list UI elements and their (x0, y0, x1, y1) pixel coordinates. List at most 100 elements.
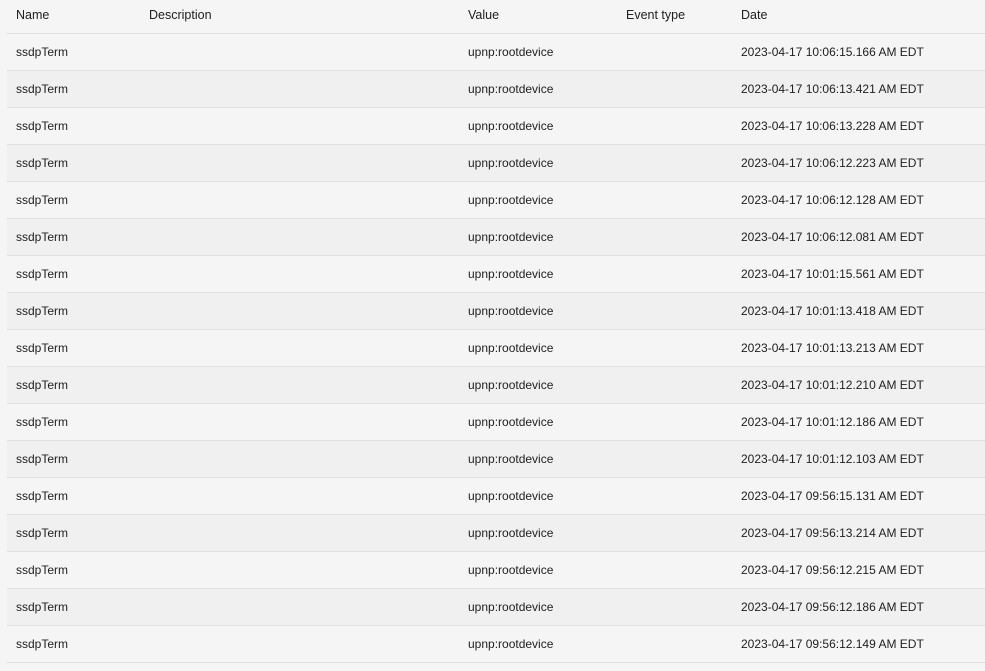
cell-date: 2023-04-17 10:06:15.166 AM EDT (741, 45, 924, 59)
cell-name: ssdpTerm (16, 415, 69, 429)
cell-event-type (626, 552, 731, 588)
cell-date: 2023-04-17 09:56:13.214 AM EDT (741, 526, 924, 540)
cell-date: 2023-04-17 10:01:13.213 AM EDT (741, 341, 924, 355)
cell-value: upnp:rootdevice (468, 489, 554, 503)
table-row[interactable]: ssdpTerm upnp:rootdevice 2023-04-17 10:06:… (7, 34, 985, 71)
cell-value: upnp:rootdevice (468, 526, 554, 540)
cell-value: upnp:rootdevice (468, 378, 554, 392)
table-row[interactable]: ssdpTerm upnp:rootdevice 2023-04-17 10:01:… (7, 441, 985, 478)
cell-event-type (626, 626, 731, 662)
column-header-name[interactable]: Name (16, 0, 141, 33)
table-row[interactable]: ssdpTerm upnp:rootdevice 2023-04-17 09:56:… (7, 626, 985, 663)
cell-description (149, 589, 459, 625)
cell-date: 2023-04-17 10:06:13.421 AM EDT (741, 82, 924, 96)
cell-date: 2023-04-17 10:01:12.210 AM EDT (741, 378, 924, 392)
cell-name: ssdpTerm (16, 637, 69, 651)
cell-event-type (626, 515, 731, 551)
table-row[interactable]: ssdpTerm upnp:rootdevice 2023-04-17 09:56:… (7, 515, 985, 552)
cell-name: ssdpTerm (16, 341, 69, 355)
cell-description (149, 330, 459, 366)
column-header-event-type[interactable]: Event type (626, 0, 731, 33)
cell-value: upnp:rootdevice (468, 304, 554, 318)
cell-event-type (626, 219, 731, 255)
table-row[interactable]: ssdpTerm upnp:rootdevice 2023-04-17 09:56:… (7, 478, 985, 515)
cell-name: ssdpTerm (16, 267, 69, 281)
table-row[interactable]: ssdpTerm upnp:rootdevice 2023-04-17 10:01:… (7, 293, 985, 330)
cell-event-type (626, 404, 731, 440)
cell-name: ssdpTerm (16, 230, 69, 244)
table-row[interactable]: ssdpTerm upnp:rootdevice 2023-04-17 10:06:… (7, 145, 985, 182)
cell-description (149, 34, 459, 70)
cell-name: ssdpTerm (16, 82, 69, 96)
table-row[interactable]: ssdpTerm upnp:rootdevice 2023-04-17 10:06:… (7, 71, 985, 108)
cell-event-type (626, 71, 731, 107)
cell-value: upnp:rootdevice (468, 267, 554, 281)
cell-date: 2023-04-17 09:56:12.215 AM EDT (741, 563, 924, 577)
cell-description (149, 256, 459, 292)
table-row[interactable]: ssdpTerm upnp:rootdevice 2023-04-17 10:06:… (7, 219, 985, 256)
cell-date: 2023-04-17 10:06:13.228 AM EDT (741, 119, 924, 133)
cell-date: 2023-04-17 10:06:12.128 AM EDT (741, 193, 924, 207)
cell-name: ssdpTerm (16, 600, 69, 614)
cell-value: upnp:rootdevice (468, 452, 554, 466)
cell-description (149, 219, 459, 255)
cell-event-type (626, 293, 731, 329)
cell-event-type (626, 108, 731, 144)
cell-description (149, 478, 459, 514)
cell-date: 2023-04-17 09:56:12.149 AM EDT (741, 637, 924, 651)
cell-date: 2023-04-17 09:56:15.131 AM EDT (741, 489, 924, 503)
table-row[interactable]: ssdpTerm upnp:rootdevice 2023-04-17 09:56:… (7, 589, 985, 626)
cell-name: ssdpTerm (16, 156, 69, 170)
cell-description (149, 145, 459, 181)
cell-event-type (626, 182, 731, 218)
cell-description (149, 367, 459, 403)
cell-description (149, 404, 459, 440)
cell-description (149, 71, 459, 107)
cell-date: 2023-04-17 10:01:15.561 AM EDT (741, 267, 924, 281)
cell-event-type (626, 441, 731, 477)
table-body: ssdpTerm upnp:rootdevice 2023-04-17 10:06:… (7, 34, 985, 663)
cell-description (149, 441, 459, 477)
cell-value: upnp:rootdevice (468, 193, 554, 207)
cell-event-type (626, 330, 731, 366)
cell-value: upnp:rootdevice (468, 156, 554, 170)
cell-name: ssdpTerm (16, 119, 69, 133)
cell-event-type (626, 145, 731, 181)
column-header-date[interactable]: Date (741, 0, 981, 33)
cell-event-type (626, 256, 731, 292)
cell-event-type (626, 589, 731, 625)
cell-description (149, 293, 459, 329)
table-row[interactable]: ssdpTerm upnp:rootdevice 2023-04-17 09:56:… (7, 552, 985, 589)
cell-date: 2023-04-17 10:06:12.081 AM EDT (741, 230, 924, 244)
column-header-description[interactable]: Description (149, 0, 459, 33)
table-row[interactable]: ssdpTerm upnp:rootdevice 2023-04-17 10:06:… (7, 182, 985, 219)
cell-date: 2023-04-17 10:01:12.103 AM EDT (741, 452, 924, 466)
cell-name: ssdpTerm (16, 304, 69, 318)
cell-description (149, 108, 459, 144)
cell-description (149, 552, 459, 588)
cell-name: ssdpTerm (16, 452, 69, 466)
table-row[interactable]: ssdpTerm upnp:rootdevice 2023-04-17 10:01:… (7, 256, 985, 293)
cell-value: upnp:rootdevice (468, 637, 554, 651)
cell-value: upnp:rootdevice (468, 230, 554, 244)
cell-name: ssdpTerm (16, 563, 69, 577)
cell-name: ssdpTerm (16, 489, 69, 503)
cell-value: upnp:rootdevice (468, 563, 554, 577)
cell-date: 2023-04-17 09:56:12.186 AM EDT (741, 600, 924, 614)
cell-value: upnp:rootdevice (468, 341, 554, 355)
cell-event-type (626, 367, 731, 403)
table-row[interactable]: ssdpTerm upnp:rootdevice 2023-04-17 10:01:… (7, 330, 985, 367)
events-table: Name Description Value Event type Date s… (7, 0, 985, 663)
cell-value: upnp:rootdevice (468, 119, 554, 133)
table-header-row: Name Description Value Event type Date (7, 0, 985, 34)
table-row[interactable]: ssdpTerm upnp:rootdevice 2023-04-17 10:06:… (7, 108, 985, 145)
cell-value: upnp:rootdevice (468, 82, 554, 96)
table-row[interactable]: ssdpTerm upnp:rootdevice 2023-04-17 10:01:… (7, 404, 985, 441)
cell-name: ssdpTerm (16, 193, 69, 207)
column-header-value[interactable]: Value (468, 0, 618, 33)
cell-value: upnp:rootdevice (468, 600, 554, 614)
table-row[interactable]: ssdpTerm upnp:rootdevice 2023-04-17 10:01:… (7, 367, 985, 404)
cell-name: ssdpTerm (16, 378, 69, 392)
cell-value: upnp:rootdevice (468, 45, 554, 59)
cell-description (149, 626, 459, 662)
